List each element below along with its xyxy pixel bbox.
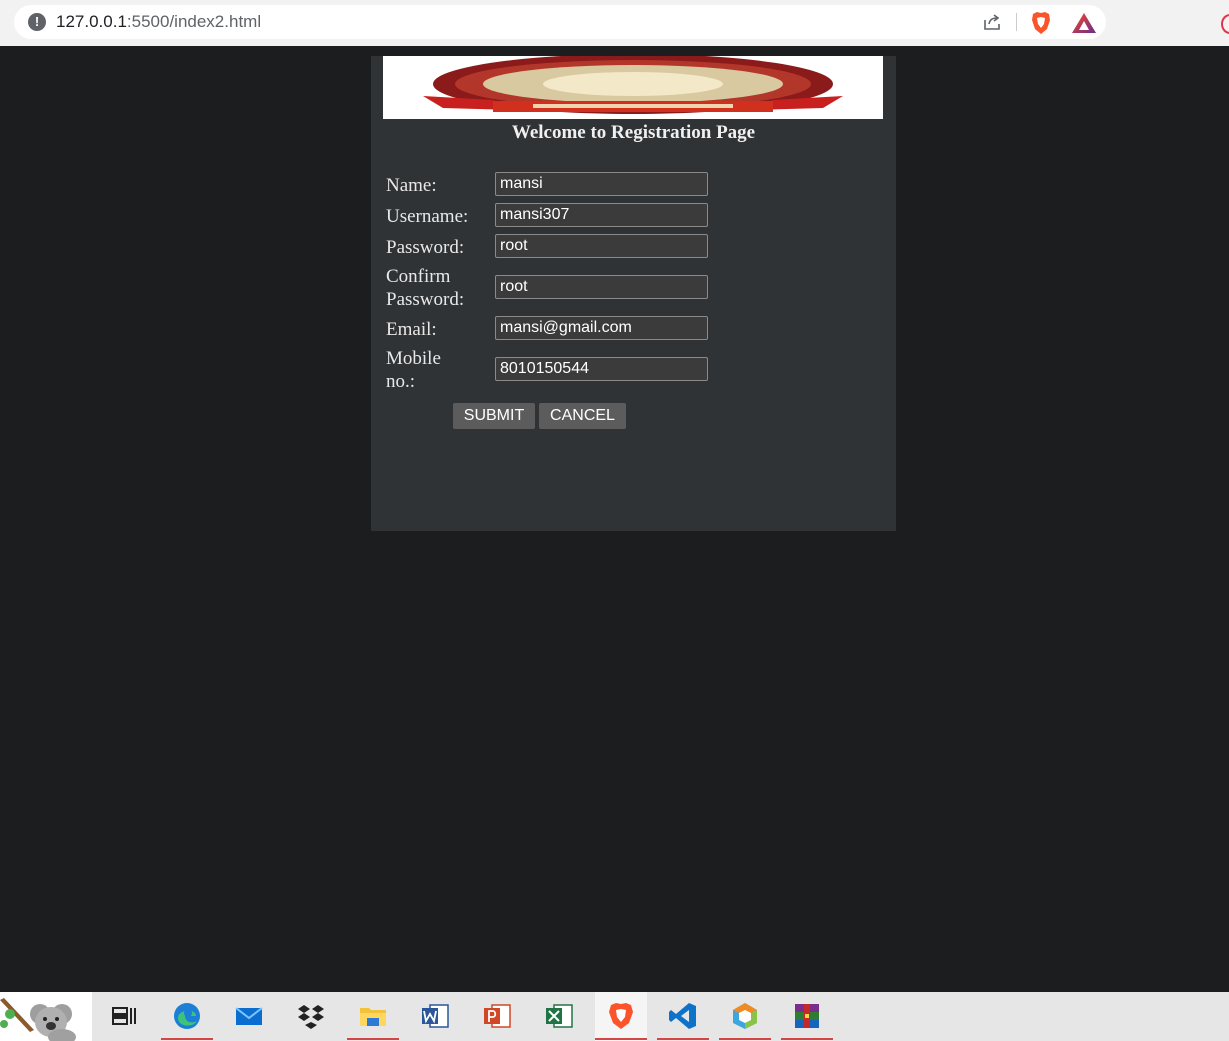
toolbar-divider (1016, 13, 1017, 31)
cancel-button[interactable]: CANCEL (539, 403, 626, 429)
koala-icon[interactable] (0, 992, 92, 1041)
dropbox-icon (298, 1005, 324, 1029)
running-indicator (781, 1038, 833, 1040)
username-label: Username: (386, 206, 469, 227)
url-path: :5500/index2.html (126, 12, 262, 31)
partial-edge-icon (1221, 14, 1229, 34)
mail-icon (235, 1007, 263, 1025)
mobile-label-line2: no.: (386, 371, 416, 392)
email-input[interactable]: mansi@gmail.com (495, 316, 708, 340)
name-input[interactable]: mansi (495, 172, 708, 196)
running-indicator (719, 1038, 771, 1040)
taskbar-mail[interactable] (223, 992, 275, 1041)
netbeans-icon (733, 1003, 757, 1029)
name-label: Name: (386, 175, 437, 196)
share-icon[interactable] (982, 13, 1002, 31)
edge-icon (174, 1003, 200, 1029)
browser-toolbar: ! 127.0.0.1:5500/index2.html (0, 0, 1229, 46)
confirm-password-label-line1: Confirm (386, 266, 451, 287)
word-icon (422, 1004, 449, 1028)
taskbar-brave[interactable] (595, 992, 647, 1041)
task-view-button[interactable] (98, 992, 150, 1041)
mobile-label: Mobile no.: (386, 347, 478, 393)
submit-button[interactable]: SUBMIT (453, 403, 535, 429)
taskbar-winrar[interactable] (781, 992, 833, 1041)
file-explorer-icon (360, 1008, 386, 1026)
powerpoint-icon (484, 1004, 511, 1028)
taskbar-netbeans[interactable] (719, 992, 771, 1041)
running-indicator (161, 1038, 213, 1040)
confirm-password-label-line2: Password: (386, 289, 465, 310)
url-text[interactable]: 127.0.0.1:5500/index2.html (56, 12, 261, 32)
taskbar-file-explorer[interactable] (347, 992, 399, 1041)
site-info-icon[interactable]: ! (28, 13, 46, 31)
brave-rewards-icon[interactable] (1071, 12, 1097, 34)
confirm-password-label: Confirm Password: (386, 265, 478, 311)
mobile-label-line1: Mobile (386, 348, 441, 369)
running-indicator (595, 1038, 647, 1040)
taskbar-dropbox[interactable] (285, 992, 337, 1041)
registration-panel: Welcome to Registration Page Name: mansi… (371, 56, 896, 531)
email-label: Email: (386, 319, 437, 340)
confirm-password-input[interactable]: root (495, 275, 708, 299)
taskbar (0, 992, 1229, 1041)
taskbar-excel[interactable] (533, 992, 585, 1041)
brave-icon (609, 1003, 633, 1029)
running-indicator (347, 1038, 399, 1040)
winrar-icon (795, 1004, 819, 1028)
vscode-icon (669, 1003, 696, 1029)
running-indicator (657, 1038, 709, 1040)
task-view-icon (112, 1007, 136, 1025)
taskbar-vscode[interactable] (657, 992, 709, 1041)
brave-shields-icon[interactable] (1030, 11, 1052, 35)
taskbar-word[interactable] (409, 992, 461, 1041)
address-bar[interactable]: ! 127.0.0.1:5500/index2.html (14, 5, 1106, 39)
excel-icon (546, 1004, 573, 1028)
mobile-input[interactable]: 8010150544 (495, 357, 708, 381)
url-host: 127.0.0.1 (56, 12, 127, 31)
college-logo-banner (383, 56, 883, 119)
page-title: Welcome to Registration Page (511, 122, 756, 143)
username-input[interactable]: mansi307 (495, 203, 708, 227)
password-label: Password: (386, 237, 465, 258)
password-input[interactable]: root (495, 234, 708, 258)
taskbar-powerpoint[interactable] (471, 992, 523, 1041)
taskbar-edge[interactable] (161, 992, 213, 1041)
